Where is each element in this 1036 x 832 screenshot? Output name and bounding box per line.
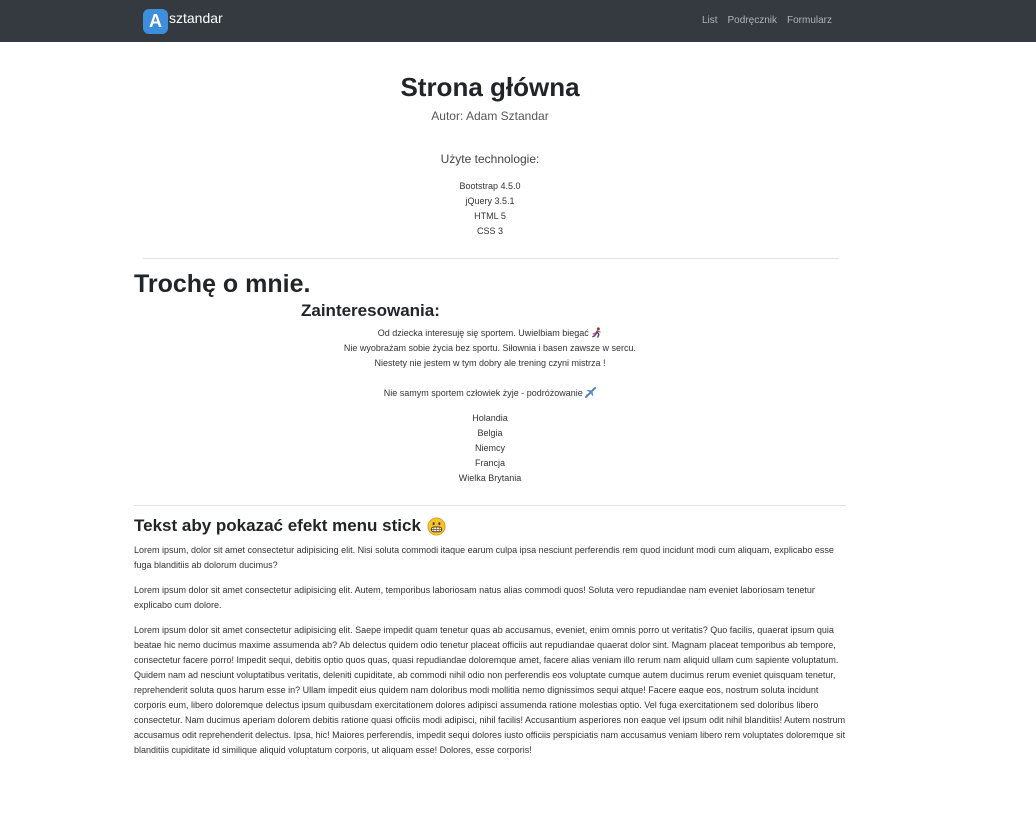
grinning-face-emoji-icon: [427, 516, 446, 536]
list-item: Wielka Brytania: [458, 473, 522, 483]
divider: [143, 258, 839, 259]
interests-line: Od dziecka interesuję się sportem. Uwiel…: [0, 326, 980, 341]
page-title: Strona główna: [400, 72, 580, 102]
nav-link-podrecznik[interactable]: Podręcznik: [728, 15, 777, 26]
interests-heading: Zainteresowania:: [301, 301, 440, 320]
brand-text: sztandar: [169, 10, 223, 26]
interests-line-text: Od dziecka interesuję się sportem. Uwiel…: [377, 328, 589, 338]
sticky-section-heading: Tekst aby pokazać efekt menu stick: [134, 516, 446, 536]
list-item: Bootstrap 4.5.0: [459, 181, 521, 191]
author-line: Autor: Adam Sztandar: [431, 109, 549, 123]
airplane-emoji-icon: [585, 387, 597, 398]
nav-link-formularz[interactable]: Formularz: [787, 15, 832, 26]
lorem-paragraph-1: Lorem ipsum, dolor sit amet consectetur …: [134, 545, 834, 570]
lorem-paragraph-2: Lorem ipsum dolor sit amet consectetur a…: [134, 585, 815, 610]
list-item: CSS 3: [476, 226, 503, 236]
interests-line: Niestety nie jestem w tym dobry ale tren…: [374, 358, 606, 368]
list-item: jQuery 3.5.1: [465, 196, 515, 206]
technologies-list: Bootstrap 4.5.0 jQuery 3.5.1 HTML 5 CSS …: [0, 179, 980, 239]
list-item: Francja: [474, 458, 505, 468]
runner-emoji-icon: [592, 327, 602, 338]
travel-line-text: Nie samym sportem człowiek żyje - podróż…: [383, 388, 583, 398]
nav-link-list[interactable]: List: [702, 15, 718, 26]
top-navbar: A sztandar List Podręcznik Formularz: [0, 0, 1036, 42]
travel-line: Nie samym sportem człowiek żyje - podróż…: [0, 386, 980, 401]
list-item: HTML 5: [474, 211, 506, 221]
countries-list: Holandia Belgia Niemcy Francja Wielka Br…: [0, 411, 980, 486]
lorem-paragraph-3: Lorem ipsum dolor sit amet consectetur a…: [134, 625, 846, 755]
brand-logo-icon: A: [143, 9, 168, 34]
list-item: Niemcy: [474, 443, 505, 453]
about-heading: Trochę o mnie.: [134, 270, 311, 298]
interests-text: Od dziecka interesuję się sportem. Uwiel…: [0, 326, 980, 371]
list-item: Holandia: [472, 413, 508, 423]
nav-links: List Podręcznik Formularz: [702, 15, 832, 26]
sticky-heading-text: Tekst aby pokazać efekt menu stick: [134, 516, 421, 535]
technologies-heading: Użyte technologie:: [440, 152, 540, 166]
brand-link[interactable]: A sztandar: [143, 9, 223, 34]
interests-line: Nie wyobrażam sobie życia bez sportu. Si…: [343, 343, 637, 353]
list-item: Belgia: [477, 428, 503, 438]
divider: [134, 505, 846, 506]
